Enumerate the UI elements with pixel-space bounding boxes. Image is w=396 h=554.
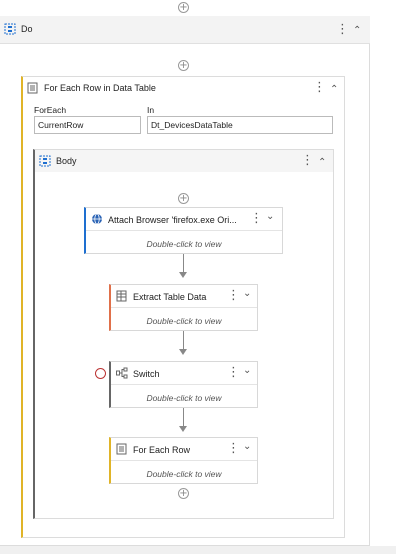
add-activity-button[interactable]: + [178,193,189,204]
connector-arrow [183,331,184,349]
body-title: Body [56,156,77,166]
foreach-label: ForEach [34,105,67,115]
do-menu-icon[interactable]: ⋮ [336,22,349,37]
body-menu-icon[interactable]: ⋮ [301,153,314,168]
activity-subtitle: Double-click to view [146,393,222,403]
activity-subtitle: Double-click to view [146,316,222,326]
activity-subtitle: Double-click to view [146,469,222,479]
activity-subtitle: Double-click to view [146,239,222,249]
activity-expand-icon[interactable]: ⌄ [243,365,251,376]
for-each-row-menu-icon[interactable]: ⋮ [313,80,326,95]
activity-menu-icon[interactable]: ⋮ [250,211,263,226]
foreach-variable-field[interactable]: CurrentRow [34,116,141,134]
body-header[interactable]: Body ⋮ ⌃ [35,150,333,172]
attach-browser-activity[interactable]: Attach Browser 'firefox.exe Ori... ⋮ ⌄ D… [84,207,283,254]
breakpoint-marker[interactable] [95,368,106,379]
for-each-row-collapse-icon[interactable]: ⌃ [330,84,338,95]
for-each-row-title: For Each Row in Data Table [44,83,156,93]
switch-icon [116,367,128,379]
connector-arrowhead [179,349,187,355]
connector-arrowhead [179,426,187,432]
in-label: In [147,105,155,115]
do-header[interactable]: Do ⋮ ⌃ [0,16,370,44]
switch-activity[interactable]: Switch ⋮ ⌄ Double-click to view [109,361,258,408]
add-activity-button[interactable]: + [178,488,189,499]
extract-table-data-activity[interactable]: Extract Table Data ⋮ ⌄ Double-click to v… [109,284,258,331]
activity-title: Extract Table Data [133,292,207,302]
activity-title: For Each Row [133,445,191,455]
browser-globe-icon [92,213,102,225]
activity-menu-icon[interactable]: ⋮ [227,365,240,380]
activity-title: Attach Browser 'firefox.exe Ori... [108,215,237,225]
for-each-icon [27,82,38,94]
in-datatable-field[interactable]: Dt_DevicesDataTable [147,116,333,134]
for-each-row-header[interactable]: For Each Row in Data Table ⋮ ⌃ [23,77,344,99]
for-each-icon [116,443,127,455]
do-title: Do [21,24,33,34]
connector-arrowhead [179,272,187,278]
activity-title: Switch [133,369,160,379]
add-activity-button[interactable]: + [178,60,189,71]
sequence-icon [39,155,51,167]
sequence-icon [4,23,16,35]
activity-menu-icon[interactable]: ⋮ [227,441,240,456]
activity-expand-icon[interactable]: ⌄ [266,211,274,222]
bottom-scroll-strip[interactable] [0,546,396,554]
add-activity-button[interactable]: + [178,2,189,13]
do-collapse-icon[interactable]: ⌃ [353,25,361,36]
connector-arrow [183,408,184,426]
activity-expand-icon[interactable]: ⌄ [243,288,251,299]
connector-arrow [183,254,184,272]
activity-expand-icon[interactable]: ⌄ [243,441,251,452]
extract-table-icon [116,290,127,302]
activity-menu-icon[interactable]: ⋮ [227,288,240,303]
for-each-row-activity[interactable]: For Each Row ⋮ ⌄ Double-click to view [109,437,258,484]
body-collapse-icon[interactable]: ⌃ [318,157,326,168]
